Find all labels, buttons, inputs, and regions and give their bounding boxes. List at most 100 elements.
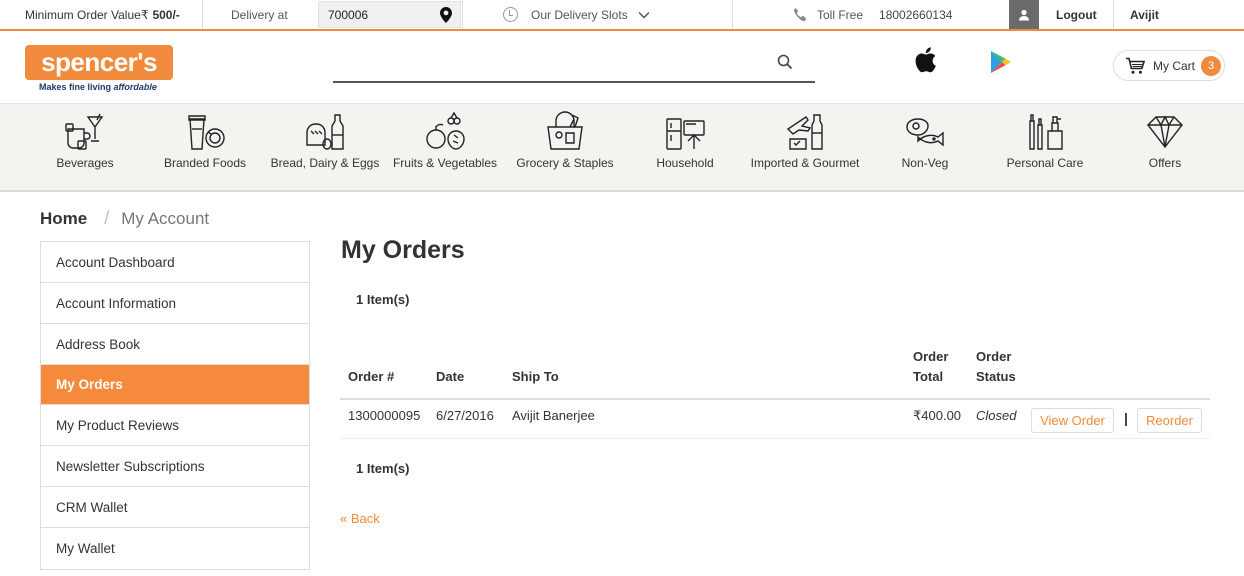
category-personal-care[interactable]: Personal Care bbox=[985, 104, 1105, 193]
toll-free-label: Toll Free bbox=[817, 7, 864, 22]
sidebar-item-newsletter-subscriptions[interactable]: Newsletter Subscriptions bbox=[41, 446, 309, 487]
user-name[interactable]: Avijit bbox=[1130, 0, 1159, 29]
divider bbox=[202, 0, 203, 29]
category-label: Personal Care bbox=[1006, 156, 1084, 170]
order-total: ₹400.00 bbox=[913, 408, 962, 423]
delivery-label: Delivery at bbox=[231, 7, 288, 22]
household-icon bbox=[666, 118, 705, 150]
chevron-down-icon bbox=[638, 11, 650, 19]
order-ship-to: Avijit Banerjee bbox=[512, 408, 595, 423]
min-order-value: 500/- bbox=[152, 7, 180, 22]
google-play-icon[interactable] bbox=[990, 50, 1012, 74]
delivery-slots-label: Our Delivery Slots bbox=[531, 7, 628, 22]
location-pin-icon[interactable] bbox=[440, 7, 452, 23]
category-beverages[interactable]: Beverages bbox=[25, 104, 145, 193]
search-bar bbox=[333, 49, 815, 83]
delivery-slots-dropdown[interactable]: Our Delivery Slots bbox=[503, 0, 650, 29]
item-count: 1 Item(s) bbox=[356, 292, 410, 307]
sidebar-item-account-information[interactable]: Account Information bbox=[41, 283, 309, 324]
category-offers[interactable]: Offers bbox=[1105, 104, 1225, 193]
order-date: 6/27/2016 bbox=[436, 408, 494, 423]
min-order-label: Minimum Order Value bbox=[25, 7, 141, 22]
back-link[interactable]: « Back bbox=[340, 511, 380, 526]
category-label: Bread, Dairy & Eggs bbox=[270, 156, 380, 170]
breadcrumb-home[interactable]: Home bbox=[40, 209, 87, 229]
header-line: Status bbox=[976, 369, 1016, 384]
logout-link[interactable]: Logout bbox=[1056, 0, 1097, 29]
category-grocery-staples[interactable]: Grocery & Staples bbox=[505, 104, 625, 193]
tagline-text: Makes fine living bbox=[39, 82, 114, 92]
personal-care-icon bbox=[1029, 114, 1063, 150]
cart-button[interactable]: My Cart 3 bbox=[1113, 50, 1225, 81]
category-non-veg[interactable]: Non-Veg bbox=[865, 104, 985, 193]
table-header-divider bbox=[340, 398, 1210, 400]
sidebar-item-my-product-reviews[interactable]: My Product Reviews bbox=[41, 405, 309, 446]
min-order-info: Minimum Order Value ₹ 500/- bbox=[25, 0, 180, 29]
offers-icon bbox=[1147, 115, 1183, 149]
fruits-icon bbox=[426, 111, 465, 150]
search-icon[interactable] bbox=[777, 54, 793, 70]
view-order-button[interactable]: View Order bbox=[1031, 408, 1114, 433]
order-number: 1300000095 bbox=[348, 408, 421, 423]
spencers-logo[interactable]: spencer's bbox=[25, 45, 173, 80]
sidebar-item-address-book[interactable]: Address Book bbox=[41, 324, 309, 365]
header-line: Order bbox=[913, 349, 949, 364]
branded-foods-icon bbox=[188, 115, 225, 150]
apple-app-store-icon[interactable] bbox=[913, 47, 937, 73]
imported-icon bbox=[786, 114, 823, 150]
sidebar-item-my-orders[interactable]: My Orders bbox=[41, 365, 309, 405]
phone-icon bbox=[794, 7, 807, 21]
category-label: Imported & Gourmet bbox=[750, 156, 860, 170]
reorder-button[interactable]: Reorder bbox=[1137, 408, 1202, 433]
column-header-ship-to: Ship To bbox=[512, 369, 559, 384]
pincode-field[interactable] bbox=[318, 1, 461, 28]
breadcrumb-current: My Account bbox=[121, 208, 210, 228]
breadcrumb: Home / My Account bbox=[40, 208, 209, 229]
category-household[interactable]: Household bbox=[625, 104, 745, 193]
divider bbox=[1113, 0, 1114, 29]
sidebar-item-label: My Product Reviews bbox=[56, 417, 180, 433]
category-branded-foods[interactable]: Branded Foods bbox=[145, 104, 265, 193]
action-separator: | bbox=[1124, 410, 1128, 426]
toll-free-info: Toll Free 18002660134 bbox=[792, 0, 952, 29]
category-fruits-vegetables[interactable]: Fruits & Vegetables bbox=[385, 104, 505, 193]
logo-tagline: Makes fine living affordable bbox=[39, 82, 157, 92]
order-status: Closed bbox=[976, 408, 1017, 423]
column-header-order-total: Order Total bbox=[913, 347, 948, 387]
page-title: My Orders bbox=[341, 236, 465, 264]
sidebar-item-my-wallet[interactable]: My Wallet bbox=[41, 528, 309, 569]
user-icon-box[interactable] bbox=[1009, 0, 1039, 29]
divider bbox=[732, 0, 733, 29]
pincode-input[interactable] bbox=[328, 7, 428, 22]
header-line: Order bbox=[976, 349, 1012, 364]
beverages-icon bbox=[65, 113, 104, 150]
account-sidebar: Account Dashboard Account Information Ad… bbox=[40, 241, 310, 570]
category-label: Branded Foods bbox=[163, 156, 247, 170]
category-label: Grocery & Staples bbox=[516, 156, 614, 170]
category-label: Offers bbox=[1148, 156, 1182, 170]
header-line: Total bbox=[913, 369, 944, 384]
category-label: Non-Veg bbox=[901, 156, 949, 170]
user-icon bbox=[1019, 9, 1029, 20]
sidebar-item-label: Newsletter Subscriptions bbox=[56, 458, 205, 474]
category-label: Household bbox=[656, 156, 714, 170]
category-label: Beverages bbox=[56, 156, 114, 170]
sidebar-item-label: Account Dashboard bbox=[56, 254, 175, 270]
rupee-symbol: ₹ bbox=[140, 7, 149, 22]
category-bar: Beverages Branded Foods Bread, Dairy & E… bbox=[0, 103, 1244, 192]
sidebar-item-label: My Orders bbox=[56, 377, 123, 392]
sidebar-item-label: My Wallet bbox=[56, 541, 115, 556]
cart-count-badge: 3 bbox=[1201, 55, 1221, 76]
sidebar-item-label: CRM Wallet bbox=[56, 499, 128, 515]
top-strip: Minimum Order Value ₹ 500/- Delivery at … bbox=[0, 0, 1244, 31]
sidebar-item-label: Address Book bbox=[56, 336, 141, 352]
category-bread-dairy-eggs[interactable]: Bread, Dairy & Eggs bbox=[265, 104, 385, 193]
column-header-date: Date bbox=[436, 369, 465, 384]
category-imported-gourmet[interactable]: Imported & Gourmet bbox=[745, 104, 865, 193]
sidebar-item-account-dashboard[interactable]: Account Dashboard bbox=[41, 242, 309, 283]
category-label: Fruits & Vegetables bbox=[392, 156, 498, 170]
search-input[interactable] bbox=[333, 49, 763, 79]
item-count: 1 Item(s) bbox=[356, 461, 410, 476]
sidebar-item-crm-wallet[interactable]: CRM Wallet bbox=[41, 487, 309, 528]
tagline-emphasis: affordable bbox=[113, 82, 157, 92]
